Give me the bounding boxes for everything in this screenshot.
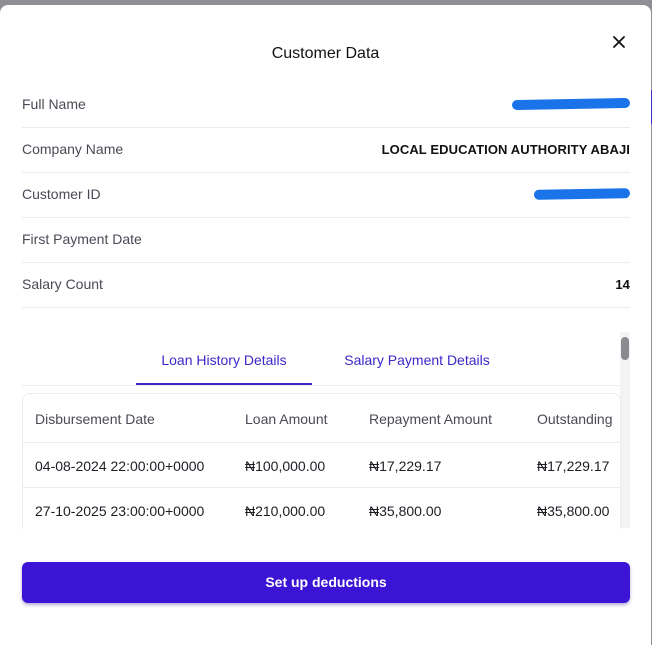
table-header-row: Disbursement Date Loan Amount Repayment … <box>23 394 620 443</box>
first-payment-date-label: First Payment Date <box>22 231 142 247</box>
close-button[interactable] <box>606 29 632 55</box>
disbursement-date-cell: 04-08-2024 22:00:00+0000 <box>35 458 205 474</box>
company-name-row: Company Name LOCAL EDUCATION AUTHORITY A… <box>22 127 630 173</box>
salary-count-label: Salary Count <box>22 276 103 292</box>
customer-id-label: Customer ID <box>22 186 101 202</box>
salary-count-value: 14 <box>615 277 630 292</box>
customer-data-modal: Customer Data Full Name Company Name LOC… <box>0 5 651 645</box>
outstanding-cell: ₦35,800.00 <box>537 503 610 519</box>
tab-loan-history-details[interactable]: Loan History Details <box>136 339 312 385</box>
column-header-loan-amount: Loan Amount <box>245 411 328 427</box>
customer-id-row: Customer ID <box>22 172 631 218</box>
loan-history-table: Disbursement Date Loan Amount Repayment … <box>22 393 621 529</box>
column-header-outstanding: Outstanding <box>537 411 613 427</box>
repayment-amount-cell: ₦35,800.00 <box>369 503 442 519</box>
tab-salary-payment-details[interactable]: Salary Payment Details <box>332 339 502 383</box>
scrollbar[interactable] <box>620 332 630 528</box>
close-icon <box>613 36 625 48</box>
customer-id-redaction <box>533 188 631 200</box>
full-name-label: Full Name <box>22 96 86 112</box>
loan-amount-cell: ₦210,000.00 <box>245 503 326 519</box>
table-row: 04-08-2024 22:00:00+0000 ₦100,000.00 ₦17… <box>23 443 620 488</box>
outstanding-cell: ₦17,229.17 <box>537 458 610 474</box>
full-name-redaction <box>511 97 631 111</box>
first-payment-date-row: First Payment Date <box>22 217 630 263</box>
salary-count-row: Salary Count 14 <box>22 262 630 308</box>
details-tabs: Loan History Details Salary Payment Deta… <box>22 339 620 386</box>
company-name-label: Company Name <box>22 141 124 157</box>
loan-amount-cell: ₦100,000.00 <box>245 458 326 474</box>
table-row: 27-10-2025 23:00:00+0000 ₦210,000.00 ₦35… <box>23 488 620 529</box>
column-header-repayment-amount: Repayment Amount <box>369 411 492 427</box>
column-header-disbursement-date: Disbursement Date <box>35 411 155 427</box>
set-up-deductions-button[interactable]: Set up deductions <box>22 562 630 603</box>
disbursement-date-cell: 27-10-2025 23:00:00+0000 <box>35 503 205 519</box>
modal-title: Customer Data <box>271 45 380 62</box>
full-name-row: Full Name <box>22 82 631 128</box>
scrollbar-thumb[interactable] <box>621 337 629 360</box>
repayment-amount-cell: ₦17,229.17 <box>369 458 442 474</box>
company-name-value: LOCAL EDUCATION AUTHORITY ABAJI <box>381 142 630 157</box>
